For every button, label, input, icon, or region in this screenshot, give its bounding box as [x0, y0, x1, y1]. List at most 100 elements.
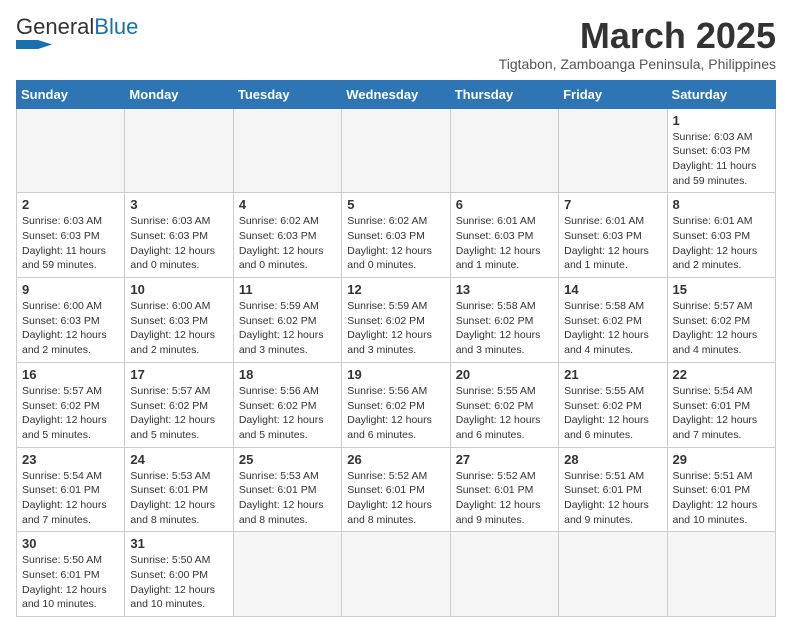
day-number: 20	[456, 367, 553, 382]
week-row-4: 16 Sunrise: 5:57 AMSunset: 6:02 PMDayligh…	[17, 362, 776, 447]
day-number: 2	[22, 197, 119, 212]
day-info: Sunrise: 5:56 AMSunset: 6:02 PMDaylight:…	[239, 384, 336, 443]
month-title: March 2025	[499, 16, 776, 56]
calendar-cell: 31 Sunrise: 5:50 AMSunset: 6:00 PMDayligh…	[125, 532, 233, 617]
day-number: 7	[564, 197, 661, 212]
logo: GeneralBlue	[16, 16, 138, 54]
calendar-cell: 1Sunrise: 6:03 AMSunset: 6:03 PMDaylight…	[667, 108, 775, 193]
calendar-cell: 12Sunrise: 5:59 AMSunset: 6:02 PMDayligh…	[342, 278, 450, 363]
calendar-cell: 2 Sunrise: 6:03 AMSunset: 6:03 PMDaylight…	[17, 193, 125, 278]
day-info: Sunrise: 5:52 AMSunset: 6:01 PMDaylight:…	[456, 469, 553, 528]
weekday-header-friday: Friday	[559, 80, 667, 108]
weekday-header-wednesday: Wednesday	[342, 80, 450, 108]
header: GeneralBlue March 2025 Tigtabon, Zamboan…	[16, 16, 776, 72]
day-info: Sunrise: 6:00 AMSunset: 6:03 PMDaylight:…	[130, 299, 227, 358]
day-number: 22	[673, 367, 770, 382]
day-info: Sunrise: 5:57 AMSunset: 6:02 PMDaylight:…	[22, 384, 119, 443]
day-number: 19	[347, 367, 444, 382]
calendar-cell: 27Sunrise: 5:52 AMSunset: 6:01 PMDayligh…	[450, 447, 558, 532]
day-number: 14	[564, 282, 661, 297]
weekday-header-row: SundayMondayTuesdayWednesdayThursdayFrid…	[17, 80, 776, 108]
day-number: 24	[130, 452, 227, 467]
day-info: Sunrise: 6:01 AMSunset: 6:03 PMDaylight:…	[456, 214, 553, 273]
day-number: 1	[673, 113, 770, 128]
calendar-cell: 11Sunrise: 5:59 AMSunset: 6:02 PMDayligh…	[233, 278, 341, 363]
day-number: 12	[347, 282, 444, 297]
day-number: 6	[456, 197, 553, 212]
day-number: 31	[130, 536, 227, 551]
day-info: Sunrise: 5:57 AMSunset: 6:02 PMDaylight:…	[130, 384, 227, 443]
calendar-cell	[450, 108, 558, 193]
week-row-5: 23 Sunrise: 5:54 AMSunset: 6:01 PMDayligh…	[17, 447, 776, 532]
day-number: 25	[239, 452, 336, 467]
week-row-6: 30 Sunrise: 5:50 AMSunset: 6:01 PMDayligh…	[17, 532, 776, 617]
calendar: SundayMondayTuesdayWednesdayThursdayFrid…	[16, 80, 776, 618]
day-number: 5	[347, 197, 444, 212]
day-number: 4	[239, 197, 336, 212]
calendar-cell: 18 Sunrise: 5:56 AMSunset: 6:02 PMDayligh…	[233, 362, 341, 447]
day-info: Sunrise: 6:03 AMSunset: 6:03 PMDaylight:…	[130, 214, 227, 273]
day-info: Sunrise: 5:53 AMSunset: 6:01 PMDaylight:…	[239, 469, 336, 528]
day-info: Sunrise: 5:55 AMSunset: 6:02 PMDaylight:…	[564, 384, 661, 443]
day-info: Sunrise: 5:57 AMSunset: 6:02 PMDaylight:…	[673, 299, 770, 358]
week-row-2: 2 Sunrise: 6:03 AMSunset: 6:03 PMDaylight…	[17, 193, 776, 278]
day-info: Sunrise: 5:54 AMSunset: 6:01 PMDaylight:…	[673, 384, 770, 443]
day-info: Sunrise: 6:02 AMSunset: 6:03 PMDaylight:…	[239, 214, 336, 273]
day-info: Sunrise: 5:51 AMSunset: 6:01 PMDaylight:…	[673, 469, 770, 528]
calendar-cell: 3Sunrise: 6:03 AMSunset: 6:03 PMDaylight…	[125, 193, 233, 278]
calendar-cell: 13Sunrise: 5:58 AMSunset: 6:02 PMDayligh…	[450, 278, 558, 363]
calendar-cell: 8 Sunrise: 6:01 AMSunset: 6:03 PMDaylight…	[667, 193, 775, 278]
day-number: 28	[564, 452, 661, 467]
day-info: Sunrise: 5:51 AMSunset: 6:01 PMDaylight:…	[564, 469, 661, 528]
calendar-cell: 16 Sunrise: 5:57 AMSunset: 6:02 PMDayligh…	[17, 362, 125, 447]
day-info: Sunrise: 5:56 AMSunset: 6:02 PMDaylight:…	[347, 384, 444, 443]
day-info: Sunrise: 5:59 AMSunset: 6:02 PMDaylight:…	[239, 299, 336, 358]
weekday-header-saturday: Saturday	[667, 80, 775, 108]
calendar-cell: 29 Sunrise: 5:51 AMSunset: 6:01 PMDayligh…	[667, 447, 775, 532]
day-number: 30	[22, 536, 119, 551]
weekday-header-tuesday: Tuesday	[233, 80, 341, 108]
calendar-cell: 20Sunrise: 5:55 AMSunset: 6:02 PMDayligh…	[450, 362, 558, 447]
day-number: 29	[673, 452, 770, 467]
weekday-header-monday: Monday	[125, 80, 233, 108]
day-number: 17	[130, 367, 227, 382]
day-number: 18	[239, 367, 336, 382]
calendar-cell: 9Sunrise: 6:00 AMSunset: 6:03 PMDaylight…	[17, 278, 125, 363]
day-number: 23	[22, 452, 119, 467]
calendar-cell: 6 Sunrise: 6:01 AMSunset: 6:03 PMDaylight…	[450, 193, 558, 278]
calendar-cell	[342, 108, 450, 193]
calendar-cell: 28 Sunrise: 5:51 AMSunset: 6:01 PMDayligh…	[559, 447, 667, 532]
calendar-cell: 21 Sunrise: 5:55 AMSunset: 6:02 PMDayligh…	[559, 362, 667, 447]
day-info: Sunrise: 5:54 AMSunset: 6:01 PMDaylight:…	[22, 469, 119, 528]
calendar-cell	[559, 108, 667, 193]
calendar-cell: 7Sunrise: 6:01 AMSunset: 6:03 PMDaylight…	[559, 193, 667, 278]
calendar-cell	[342, 532, 450, 617]
day-info: Sunrise: 6:03 AMSunset: 6:03 PMDaylight:…	[22, 214, 119, 273]
day-info: Sunrise: 5:50 AMSunset: 6:00 PMDaylight:…	[130, 553, 227, 612]
day-number: 15	[673, 282, 770, 297]
calendar-cell: 22 Sunrise: 5:54 AMSunset: 6:01 PMDayligh…	[667, 362, 775, 447]
day-info: Sunrise: 5:53 AMSunset: 6:01 PMDaylight:…	[130, 469, 227, 528]
calendar-cell: 26 Sunrise: 5:52 AMSunset: 6:01 PMDayligh…	[342, 447, 450, 532]
logo-blue: Blue	[94, 14, 138, 39]
day-info: Sunrise: 5:58 AMSunset: 6:02 PMDaylight:…	[456, 299, 553, 358]
day-number: 21	[564, 367, 661, 382]
logo-icon	[16, 40, 52, 54]
calendar-cell: 5 Sunrise: 6:02 AMSunset: 6:03 PMDaylight…	[342, 193, 450, 278]
calendar-cell	[125, 108, 233, 193]
day-number: 26	[347, 452, 444, 467]
day-number: 8	[673, 197, 770, 212]
day-info: Sunrise: 6:02 AMSunset: 6:03 PMDaylight:…	[347, 214, 444, 273]
day-info: Sunrise: 6:01 AMSunset: 6:03 PMDaylight:…	[673, 214, 770, 273]
week-row-1: 1Sunrise: 6:03 AMSunset: 6:03 PMDaylight…	[17, 108, 776, 193]
calendar-cell: 23 Sunrise: 5:54 AMSunset: 6:01 PMDayligh…	[17, 447, 125, 532]
day-info: Sunrise: 5:50 AMSunset: 6:01 PMDaylight:…	[22, 553, 119, 612]
weekday-header-sunday: Sunday	[17, 80, 125, 108]
day-info: Sunrise: 5:52 AMSunset: 6:01 PMDaylight:…	[347, 469, 444, 528]
calendar-cell: 10Sunrise: 6:00 AMSunset: 6:03 PMDayligh…	[125, 278, 233, 363]
day-number: 16	[22, 367, 119, 382]
calendar-cell: 24 Sunrise: 5:53 AMSunset: 6:01 PMDayligh…	[125, 447, 233, 532]
subtitle: Tigtabon, Zamboanga Peninsula, Philippin…	[499, 56, 776, 72]
logo-general: General	[16, 14, 94, 39]
calendar-cell: 30 Sunrise: 5:50 AMSunset: 6:01 PMDayligh…	[17, 532, 125, 617]
